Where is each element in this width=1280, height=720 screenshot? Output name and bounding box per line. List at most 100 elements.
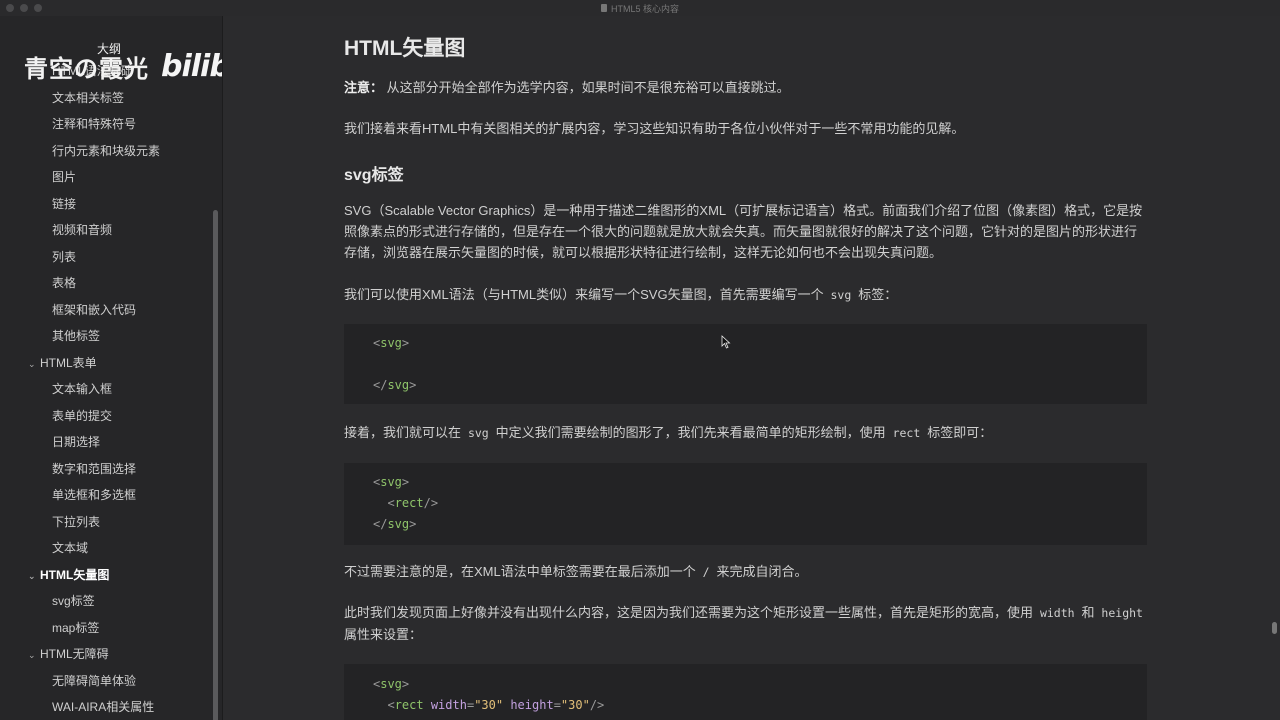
code-line: <svg> xyxy=(373,475,410,489)
code-line: <rect width="30" height="30"/> xyxy=(387,698,605,712)
outline-item[interactable]: 行内元素和块级元素 xyxy=(0,138,212,165)
rect-text-c: 标签即可： xyxy=(927,425,993,440)
outline-item[interactable]: 单选框和多选框 xyxy=(0,482,212,509)
outline-item-label: 表格 xyxy=(52,276,77,290)
section-title: svg标签 xyxy=(344,167,404,184)
outline-list: HTML语法基础 文本相关标签 注释和特殊符号 行内元素和块级元素 图片 链接 视频和音频列… xyxy=(0,58,212,720)
xml-text-b: 标签： xyxy=(858,287,898,302)
outline-item-label: 文本输入框 xyxy=(52,382,113,396)
inline-code-slash: / xyxy=(695,565,717,579)
outline-item[interactable]: map标签 xyxy=(0,615,212,642)
close-button[interactable] xyxy=(6,4,14,12)
brand-watermark: 大纲 青空の霞光 bilibili xyxy=(24,32,222,84)
chevron-down-icon[interactable]: ⌄ xyxy=(28,351,40,378)
outline-item-label: 下拉列表 xyxy=(52,514,101,529)
outline-item[interactable]: 列表 xyxy=(0,244,212,271)
outline-item[interactable]: 链接 xyxy=(0,191,212,218)
zoom-button[interactable] xyxy=(34,4,42,12)
chevron-down-icon[interactable]: ⌄ xyxy=(28,563,40,590)
outline-item[interactable]: 注释和特殊符号 xyxy=(0,111,212,138)
content-scrollbar[interactable] xyxy=(1272,622,1277,634)
code-line: <svg> xyxy=(373,677,410,691)
window-titlebar: HTML5 核心内容 xyxy=(0,0,1280,16)
outline-item-label: 框架和嵌入代码 xyxy=(52,302,137,317)
bilibili-logo: bilibili xyxy=(161,49,222,84)
inline-code-svg: svg xyxy=(461,426,496,440)
intro-paragraph: 我们接着来看HTML中有关图相关的扩展内容，学习这些知识有助于各位小伙伴对于一些… xyxy=(344,121,965,136)
outline-item-label: WAI-AIRA相关属性 xyxy=(52,700,155,714)
outline-item[interactable]: 文本相关标签 xyxy=(0,85,212,112)
inline-code-svg: svg xyxy=(823,288,859,302)
page-title: HTML矢量图 xyxy=(344,37,466,60)
note-label: 注意： xyxy=(344,80,384,95)
code-block-svg[interactable]: <svg> </svg> xyxy=(344,324,1147,404)
document-icon xyxy=(600,4,607,12)
outline-item-label: 单选框和多选框 xyxy=(52,488,137,502)
outline-item-label: 文本域 xyxy=(52,541,89,555)
attr-text-c: 属性来设置： xyxy=(344,627,423,642)
outline-item-label: 链接 xyxy=(52,196,77,211)
mouse-pointer-icon xyxy=(721,335,731,349)
inline-code-height: height xyxy=(1094,606,1143,620)
rect-text-a: 接着，我们就可以在 xyxy=(344,425,462,440)
code-line: </svg> xyxy=(373,517,417,531)
chevron-down-icon[interactable]: ⌄ xyxy=(28,642,40,669)
outline-item[interactable]: 日期选择 xyxy=(0,429,212,456)
outline-item-label: svg标签 xyxy=(52,594,95,608)
rect-text-b: 中定义我们需要绘制的图形了，我们先来看最简单的矩形绘制，使用 xyxy=(495,425,886,440)
window-controls[interactable] xyxy=(6,4,42,12)
self-close-paragraph: 不过需要注意的是，在XML语法中单标签需要在最后添加一个 / 来完成自闭合。 xyxy=(344,561,1147,583)
attribute-paragraph: 此时我们发现页面上好像并没有出现什么内容，这是因为我们还需要为这个矩形设置一些属… xyxy=(344,602,1147,645)
code-line: <svg> xyxy=(373,336,410,350)
attr-text-b: 和 xyxy=(1081,605,1095,620)
outline-item-label: map标签 xyxy=(52,620,100,635)
code-block-rect-attrs[interactable]: <svg> <rect width="30" height="30"/> xyxy=(344,664,1147,720)
brand-name: 青空の霞光 xyxy=(24,54,149,83)
outline-item-label: 行内元素和块级元素 xyxy=(52,143,161,158)
outline-item-label: 注释和特殊符号 xyxy=(52,117,137,131)
rect-paragraph: 接着，我们就可以在 svg 中定义我们需要绘制的图形了，我们先来看最简单的矩形绘… xyxy=(344,422,1147,444)
outline-item[interactable]: 视频和音频 xyxy=(0,217,212,244)
window-title: HTML5 核心内容 xyxy=(610,3,679,14)
outline-item[interactable]: ⌄ HTML表单 xyxy=(0,350,212,377)
code-block-rect[interactable]: <svg> <rect/> </svg> xyxy=(344,463,1147,545)
outline-item[interactable]: 图片 xyxy=(0,164,212,191)
outline-item[interactable]: 下拉列表 xyxy=(0,509,212,536)
outline-item-label: HTML矢量图 xyxy=(40,567,110,582)
sidebar-scrollbar[interactable] xyxy=(213,210,218,720)
outline-item[interactable]: WAI-AIRA相关属性 xyxy=(0,694,212,720)
outline-item-label: 其他标签 xyxy=(52,329,101,343)
note-paragraph: 注意： 从这部分开始全部作为选学内容，如果时间不是很充裕可以直接跳过。 xyxy=(344,77,1147,98)
outline-item[interactable]: 无障碍简单体验 xyxy=(0,668,212,695)
xml-paragraph: 我们可以使用XML语法（与HTML类似）来编写一个SVG矢量图，首先需要编写一个… xyxy=(344,284,1147,306)
outline-item[interactable]: ⌄ HTML无障碍 xyxy=(0,641,212,668)
outline-item-label: 日期选择 xyxy=(52,435,101,449)
outline-item-label: 表单的提交 xyxy=(52,408,113,423)
outline-item[interactable]: 数字和范围选择 xyxy=(0,456,212,483)
brand-subtitle: 大纲 xyxy=(97,42,122,56)
outline-item-label: 文本相关标签 xyxy=(52,90,125,105)
outline-item-label: 无障碍简单体验 xyxy=(52,673,137,688)
inline-code-rect: rect xyxy=(885,426,928,440)
xml-text-a: 我们可以使用XML语法（与HTML类似）来编写一个SVG矢量图，首先需要编写一个 xyxy=(344,287,824,302)
outline-item[interactable]: 文本输入框 xyxy=(0,376,212,403)
outline-item[interactable]: 框架和嵌入代码 xyxy=(0,297,212,324)
outline-item[interactable]: svg标签 xyxy=(0,588,212,615)
minimize-button[interactable] xyxy=(20,4,28,12)
outline-item[interactable]: ⌄ HTML矢量图 xyxy=(0,562,212,589)
outline-item-label: 数字和范围选择 xyxy=(52,461,137,476)
inline-code-width: width xyxy=(1033,606,1082,620)
outline-item[interactable]: 表格 xyxy=(0,270,212,297)
attr-text-a: 此时我们发现页面上好像并没有出现什么内容，这是因为我们还需要为这个矩形设置一些属… xyxy=(344,605,1034,620)
note-text: 从这部分开始全部作为选学内容，如果时间不是很充裕可以直接跳过。 xyxy=(386,80,790,95)
svg-description: SVG（Scalable Vector Graphics）是一种用于描述二维图形… xyxy=(344,203,1143,260)
code-line: <rect/> xyxy=(387,496,439,510)
outline-item-label: 图片 xyxy=(52,170,77,184)
outline-item[interactable]: 文本域 xyxy=(0,535,212,562)
outline-item-label: 列表 xyxy=(52,249,77,264)
outline-item[interactable]: 表单的提交 xyxy=(0,403,212,430)
close-text-a: 不过需要注意的是，在XML语法中单标签需要在最后添加一个 xyxy=(344,564,696,579)
outline-item[interactable]: 其他标签 xyxy=(0,323,212,350)
close-text-b: 来完成自闭合。 xyxy=(716,564,808,579)
